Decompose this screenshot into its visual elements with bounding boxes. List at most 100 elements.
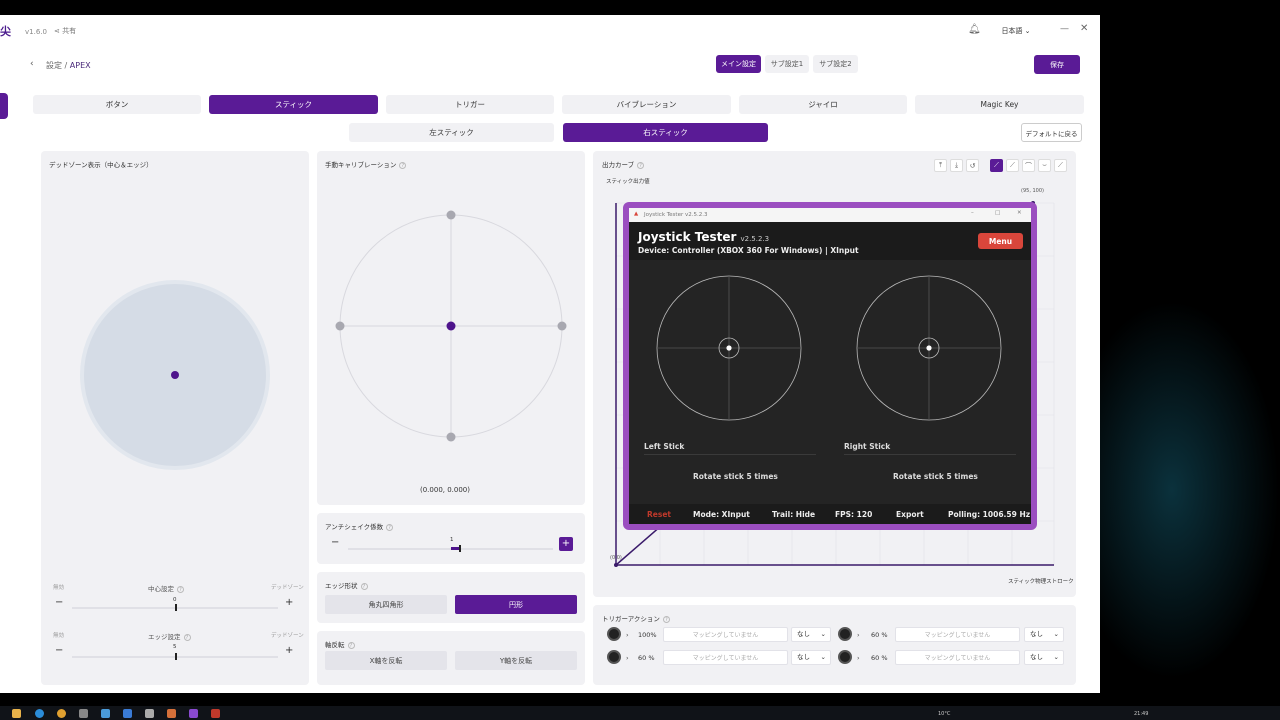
app-version: v1.6.0 <box>25 28 47 36</box>
help-icon[interactable]: ? <box>360 582 368 590</box>
app-icon[interactable] <box>101 709 110 718</box>
joystick-app-icon: ▲ <box>634 211 639 217</box>
help-icon[interactable]: ? <box>347 641 355 649</box>
help-icon[interactable]: ? <box>662 615 670 623</box>
joystick-tester-taskbar-icon[interactable] <box>211 709 220 718</box>
app-icon[interactable] <box>167 709 176 718</box>
curve-preset-3-icon[interactable]: ⌣ <box>1038 159 1051 172</box>
edge-browser-icon[interactable] <box>35 709 44 718</box>
trigger-percent[interactable]: 100% <box>638 631 657 639</box>
app-icon[interactable] <box>145 709 154 718</box>
app-logo: 尖 <box>0 25 11 38</box>
help-icon[interactable]: ? <box>177 585 184 593</box>
tab-vibration[interactable]: バイブレーション <box>562 95 731 114</box>
tab-main-settings[interactable]: メイン設定 <box>716 55 761 73</box>
tab-gyro[interactable]: ジャイロ <box>739 95 907 114</box>
export-icon[interactable]: ⤒ <box>934 159 947 172</box>
center-plus-button[interactable]: + <box>285 597 293 608</box>
help-icon[interactable]: ? <box>183 633 191 641</box>
curve-preset-4-icon[interactable]: ⟋ <box>1054 159 1067 172</box>
tab-buttons[interactable]: ボタン <box>33 95 201 114</box>
undo-icon[interactable]: ↺ <box>966 159 979 172</box>
tab-magic-key[interactable]: Magic Key <box>915 95 1084 114</box>
app-icon[interactable] <box>123 709 132 718</box>
center-slider-knob[interactable] <box>175 604 177 611</box>
chevron-right-icon: › <box>626 654 629 662</box>
app-icon[interactable] <box>189 709 198 718</box>
breadcrumb-root[interactable]: 設定 <box>46 61 62 70</box>
sidebar-indicator[interactable] <box>0 93 8 119</box>
trigger-percent[interactable]: 60 % <box>871 631 888 639</box>
back-arrow-icon[interactable]: ‹ <box>30 59 34 69</box>
tab-right-stick[interactable]: 右スティック <box>563 123 768 142</box>
chrome-icon[interactable] <box>57 709 66 718</box>
tab-trigger[interactable]: トリガー <box>386 95 554 114</box>
tab-sub-settings-2[interactable]: サブ設定2 <box>813 55 858 73</box>
center-minus-button[interactable]: − <box>55 597 63 608</box>
desktop: 尖 v1.6.0 ⋖ 共有 🔔︎ 日本語 ⌄ — ✕ ‹ 設定 / APEX メ… <box>0 0 1280 720</box>
weather-widget[interactable]: 10°C <box>938 711 950 717</box>
curve-linear-icon[interactable]: ⟋ <box>990 159 1003 172</box>
joystick-minimize-icon[interactable]: – <box>971 210 974 216</box>
curve-preset-1-icon[interactable]: ⟋ <box>1006 159 1019 172</box>
center-max-label: デッドゾーン <box>271 585 304 591</box>
minimize-icon[interactable]: — <box>1060 24 1069 34</box>
calibration-title-row: 手動キャリブレーション? <box>325 159 407 169</box>
antishake-plus-button[interactable]: + <box>559 537 573 551</box>
antishake-value: 1 <box>450 537 454 543</box>
joystick-menu-button[interactable]: Menu <box>978 233 1023 249</box>
antishake-minus-button[interactable]: − <box>331 537 339 548</box>
edge-minus-button[interactable]: − <box>55 645 63 656</box>
curve-preset-2-icon[interactable]: ⌒ <box>1022 159 1035 172</box>
joystick-maximize-icon[interactable]: □ <box>995 210 1000 216</box>
close-icon[interactable]: ✕ <box>1080 23 1088 34</box>
help-icon[interactable]: ? <box>399 161 407 169</box>
trigger-percent[interactable]: 60 % <box>871 654 888 662</box>
trigger-action-title-row: トリガーアクション? <box>602 613 670 623</box>
share-icon: ⋖ <box>54 27 63 35</box>
trigger-mapping-field[interactable]: マッピングしていません <box>895 650 1020 665</box>
joystick-tester-body: ▲ Joystick Tester v2.5.2.3 – □ ✕ Joystic… <box>629 208 1031 524</box>
trigger-mapping-field[interactable]: マッピングしていません <box>663 650 788 665</box>
shape-circle-button[interactable]: 円形 <box>455 595 577 614</box>
edge-slider-knob[interactable] <box>175 653 177 660</box>
app-icon[interactable] <box>79 709 88 718</box>
tab-stick[interactable]: スティック <box>209 95 378 114</box>
share-button[interactable]: ⋖ 共有 <box>54 26 76 36</box>
import-icon[interactable]: ⤓ <box>950 159 963 172</box>
joystick-tester-titlebar[interactable]: ▲ Joystick Tester v2.5.2.3 – □ ✕ <box>629 208 1031 222</box>
tab-sub-settings-1[interactable]: サブ設定1 <box>765 55 809 73</box>
trigger-select[interactable]: なし ⌄ <box>791 627 831 642</box>
invert-y-button[interactable]: Y軸を反転 <box>455 651 577 670</box>
help-icon[interactable]: ? <box>637 161 645 169</box>
trigger-select[interactable]: なし ⌄ <box>791 650 831 665</box>
trigger-select[interactable]: なし ⌄ <box>1024 650 1064 665</box>
file-explorer-icon[interactable] <box>12 709 21 718</box>
right-stick-hint: Rotate stick 5 times <box>893 472 978 481</box>
save-button[interactable]: 保存 <box>1034 55 1080 74</box>
antishake-slider-knob[interactable] <box>459 545 461 552</box>
trigger-action-title: トリガーアクション <box>602 615 660 623</box>
joystick-export-button[interactable]: Export <box>896 510 924 519</box>
shape-rounded-square-button[interactable]: 角丸四角形 <box>325 595 447 614</box>
chevron-down-icon: ⌄ <box>1053 653 1059 661</box>
joystick-reset-button[interactable]: Reset <box>647 510 671 519</box>
help-icon[interactable]: ? <box>386 523 394 531</box>
bell-icon[interactable]: 🔔︎ <box>968 24 981 35</box>
joystick-mode[interactable]: Mode: XInput <box>693 510 750 519</box>
reset-default-button[interactable]: デフォルトに戻る <box>1021 123 1082 142</box>
trigger-mapping-field[interactable]: マッピングしていません <box>895 627 1020 642</box>
trigger-rt-icon <box>838 627 852 641</box>
trigger-mapping-field[interactable]: マッピングしていません <box>663 627 788 642</box>
calibration-circle[interactable] <box>330 205 574 445</box>
edge-plus-button[interactable]: + <box>285 645 293 656</box>
trigger-select[interactable]: なし ⌄ <box>1024 627 1064 642</box>
joystick-close-icon[interactable]: ✕ <box>1017 210 1022 216</box>
joystick-trail[interactable]: Trail: Hide <box>772 510 815 519</box>
trigger-percent[interactable]: 60 % <box>638 654 655 662</box>
clock[interactable]: 21:49 <box>1134 711 1148 717</box>
tab-left-stick[interactable]: 左スティック <box>349 123 554 142</box>
language-select[interactable]: 日本語 ⌄ <box>994 23 1038 39</box>
chevron-down-icon: ⌄ <box>820 653 826 661</box>
invert-x-button[interactable]: X軸を反転 <box>325 651 447 670</box>
